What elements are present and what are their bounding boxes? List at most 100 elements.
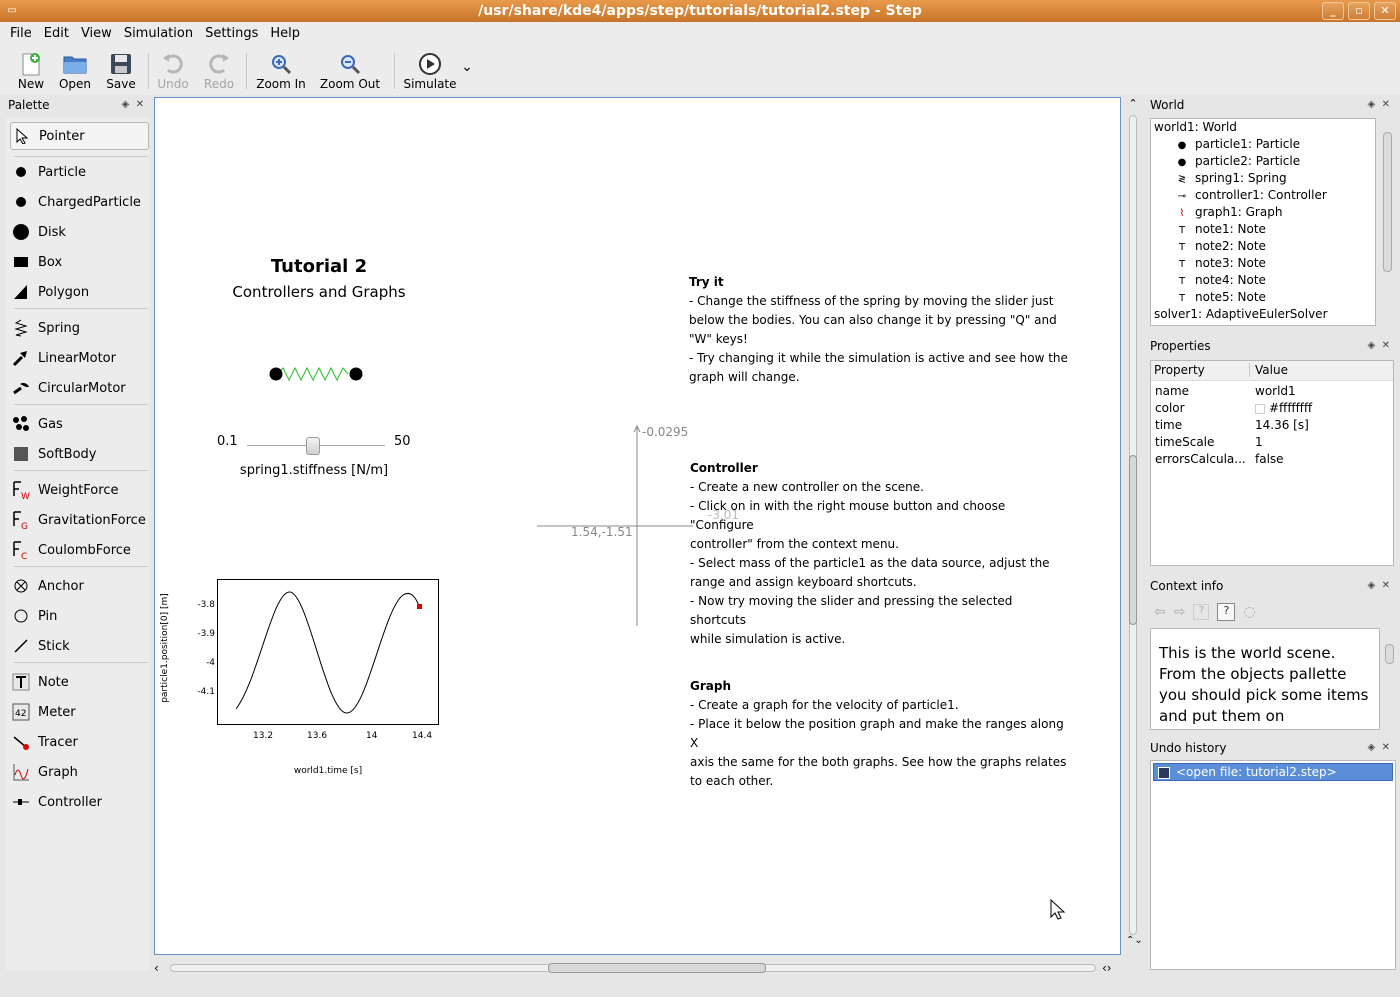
palette-item-meter[interactable]: 42 Meter [10, 698, 149, 726]
scene-vertical-scrollbar[interactable]: ⌃ ⌃⌄ [1126, 97, 1143, 959]
tree-item-controller1[interactable]: ⊸ controller1: Controller [1175, 187, 1327, 204]
close-icon[interactable]: ✕ [1382, 340, 1390, 351]
position-graph[interactable] [217, 579, 439, 725]
palette-item-disk[interactable]: Disk [10, 218, 149, 246]
float-icon[interactable]: ◈ [1368, 99, 1376, 110]
palette-item-linear-motor[interactable]: LinearMotor [10, 344, 149, 372]
particle2[interactable] [349, 367, 363, 381]
property-row-timescale[interactable]: timeScale [1155, 434, 1214, 451]
tree-item-graph1[interactable]: ⌇ graph1: Graph [1175, 204, 1283, 221]
scroll-down-icon[interactable]: ⌃⌄ [1126, 935, 1143, 946]
palette-item-gravitation-force[interactable]: G GravitationForce [10, 506, 149, 534]
back-arrow-icon[interactable]: ⇦ [1154, 604, 1166, 620]
scene-horizontal-scrollbar[interactable]: ‹ ‹› [154, 961, 1124, 975]
close-icon[interactable]: ✕ [1382, 580, 1390, 591]
property-value[interactable]: #ffffffff [1255, 400, 1312, 417]
palette-item-gas[interactable]: Gas [10, 410, 149, 438]
property-row-name[interactable]: name [1155, 383, 1189, 400]
scroll-right-icon[interactable]: ‹› [1102, 961, 1112, 975]
palette-item-stick[interactable]: Stick [10, 632, 149, 660]
note-graph[interactable]: Graph - Create a graph for the velocity … [690, 677, 1070, 791]
scroll-thumb[interactable] [548, 963, 766, 973]
minimize-button[interactable]: _ [1322, 2, 1344, 20]
sync-icon[interactable]: ◌ [1243, 604, 1255, 620]
property-row-color[interactable]: color [1155, 400, 1185, 417]
palette-item-particle[interactable]: Particle [10, 158, 149, 186]
property-column-header[interactable]: Property [1154, 363, 1205, 377]
menu-help[interactable]: Help [264, 26, 306, 41]
close-icon[interactable]: ✕ [136, 99, 144, 110]
note-try-it[interactable]: Try it - Change the stiffness of the spr… [689, 273, 1069, 387]
world-scene-canvas[interactable]: Tutorial 2 Controllers and Graphs 0.1 50… [154, 97, 1121, 955]
menu-view[interactable]: View [75, 26, 118, 41]
undo-history-list[interactable]: <open file: tutorial2.step> [1150, 760, 1396, 970]
tree-item-note5[interactable]: Tnote5: Note [1175, 289, 1266, 306]
properties-table[interactable]: Property Value name world1 color #ffffff… [1150, 360, 1394, 566]
float-icon[interactable]: ◈ [122, 99, 130, 110]
zoom-out-button[interactable]: Zoom Out [318, 51, 382, 91]
tree-item-particle2[interactable]: ● particle2: Particle [1175, 153, 1300, 170]
tree-item-note1[interactable]: Tnote1: Note [1175, 221, 1266, 238]
palette-item-pointer[interactable]: Pointer [10, 122, 149, 150]
property-row-time[interactable]: time [1155, 417, 1182, 434]
property-value[interactable]: false [1255, 451, 1284, 468]
palette-item-tracer[interactable]: Tracer [10, 728, 149, 756]
property-value[interactable]: world1 [1255, 383, 1296, 400]
palette-item-polygon[interactable]: Polygon [10, 278, 149, 306]
palette-item-coulomb-force[interactable]: C CoulombForce [10, 536, 149, 564]
particle1[interactable] [269, 367, 283, 381]
note-controller[interactable]: Controller - Create a new controller on … [690, 459, 1070, 649]
tree-item-spring1[interactable]: ≷ spring1: Spring [1175, 170, 1287, 187]
value-column-header[interactable]: Value [1255, 363, 1288, 377]
palette-item-weight-force[interactable]: W WeightForce [10, 476, 149, 504]
palette-item-note[interactable]: Note [10, 668, 149, 696]
palette-item-box[interactable]: Box [10, 248, 149, 276]
close-icon[interactable]: ✕ [1382, 742, 1390, 753]
stiffness-slider-handle[interactable] [306, 437, 321, 455]
undo-button[interactable]: Undo [156, 51, 190, 91]
world-tree[interactable]: world1: World ● particle1: Particle ● part… [1150, 118, 1376, 326]
palette-item-softbody[interactable]: SoftBody [10, 440, 149, 468]
scroll-up-icon[interactable]: ⌃ [1126, 97, 1140, 110]
menu-file[interactable]: File [4, 26, 38, 41]
tree-item-world1[interactable]: world1: World [1154, 119, 1237, 136]
app-icon[interactable]: ▭ [4, 4, 20, 18]
float-icon[interactable]: ◈ [1368, 742, 1376, 753]
tree-item-note2[interactable]: Tnote2: Note [1175, 238, 1266, 255]
palette-item-controller[interactable]: Controller [10, 788, 149, 816]
menu-edit[interactable]: Edit [38, 26, 75, 41]
undo-history-item[interactable]: <open file: tutorial2.step> [1153, 763, 1393, 781]
palette-item-spring[interactable]: Spring [10, 314, 149, 342]
redo-button[interactable]: Redo [202, 51, 236, 91]
tree-item-note4[interactable]: Tnote4: Note [1175, 272, 1266, 289]
save-button[interactable]: Save [104, 51, 138, 91]
forward-arrow-icon[interactable]: ⇨ [1174, 604, 1186, 620]
scroll-left-icon[interactable]: ‹ [154, 961, 159, 975]
tree-item-note3[interactable]: Tnote3: Note [1175, 255, 1266, 272]
property-value[interactable]: 1 [1255, 434, 1263, 451]
close-window-button[interactable]: ✕ [1374, 2, 1396, 20]
scroll-thumb[interactable] [1129, 455, 1137, 625]
simulate-dropdown-arrow[interactable]: ⌄ [460, 59, 474, 75]
tree-item-particle1[interactable]: ● particle1: Particle [1175, 136, 1300, 153]
palette-item-graph[interactable]: Graph [10, 758, 149, 786]
menu-simulation[interactable]: Simulation [118, 26, 199, 41]
new-button[interactable]: New [14, 51, 48, 91]
open-button[interactable]: Open [58, 51, 92, 91]
palette-item-circular-motor[interactable]: CircularMotor [10, 374, 149, 402]
context-info-scrollbar[interactable] [1382, 628, 1396, 730]
simulate-button[interactable]: Simulate [402, 51, 458, 91]
property-value[interactable]: 14.36 [s] [1255, 417, 1309, 434]
palette-item-anchor[interactable]: Anchor [10, 572, 149, 600]
maximize-button[interactable]: ▫ [1348, 2, 1370, 20]
world-tree-scrollbar[interactable] [1380, 118, 1396, 326]
scroll-thumb[interactable] [1385, 644, 1394, 664]
float-icon[interactable]: ◈ [1368, 580, 1376, 591]
help-icon[interactable]: ? [1217, 603, 1236, 621]
tree-item-solver1[interactable]: solver1: AdaptiveEulerSolver [1154, 306, 1328, 323]
palette-item-pin[interactable]: Pin [10, 602, 149, 630]
menu-settings[interactable]: Settings [199, 26, 264, 41]
close-icon[interactable]: ✕ [1382, 99, 1390, 110]
scroll-thumb[interactable] [1383, 132, 1392, 272]
wiki-help-icon[interactable]: ? [1193, 604, 1210, 620]
